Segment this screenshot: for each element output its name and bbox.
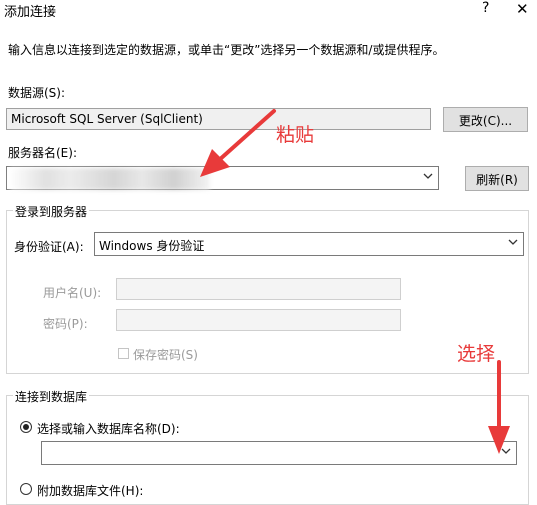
login-group-legend: 登录到服务器: [13, 203, 90, 220]
attach-database-label: 附加数据库文件(H):: [37, 484, 144, 498]
paste-arrow-icon: [200, 109, 276, 177]
window-title: 添加连接: [4, 5, 57, 20]
auth-selected-value: Windows 身份验证: [99, 239, 205, 253]
server-name-label: 服务器名(E):: [8, 146, 77, 160]
password-label: 密码(P):: [43, 317, 88, 331]
help-button[interactable]: ?: [482, 0, 489, 16]
annotation-paste: 粘贴: [276, 124, 315, 146]
change-datasource-button[interactable]: 更改(C)...: [443, 107, 528, 132]
redacted-server-name: [10, 168, 210, 190]
select-database-label: 选择或输入数据库名称(D):: [37, 422, 180, 436]
username-label: 用户名(U):: [43, 286, 102, 300]
dialog-description: 输入信息以连接到选定的数据源，或单击“更改”选择另一个数据源和/或提供程序。: [8, 43, 445, 57]
chevron-down-icon[interactable]: [422, 170, 434, 182]
save-password-label: 保存密码(S): [133, 348, 198, 362]
auth-combobox[interactable]: Windows 身份验证: [94, 232, 524, 256]
save-password-checkbox[interactable]: [118, 348, 129, 359]
refresh-button[interactable]: 刷新(R): [465, 166, 529, 191]
datasource-label: 数据源(S):: [8, 86, 66, 100]
attach-database-radio[interactable]: [20, 483, 32, 495]
auth-label: 身份验证(A):: [14, 240, 84, 254]
close-button[interactable]: ✕: [516, 0, 529, 18]
username-input[interactable]: [116, 278, 401, 300]
database-group-legend: 连接到数据库: [13, 388, 90, 405]
database-name-combobox[interactable]: [41, 441, 517, 465]
chevron-down-icon[interactable]: [507, 236, 519, 248]
password-input[interactable]: [116, 309, 401, 331]
select-arrow-icon: [488, 360, 510, 454]
select-database-radio[interactable]: [20, 421, 32, 433]
